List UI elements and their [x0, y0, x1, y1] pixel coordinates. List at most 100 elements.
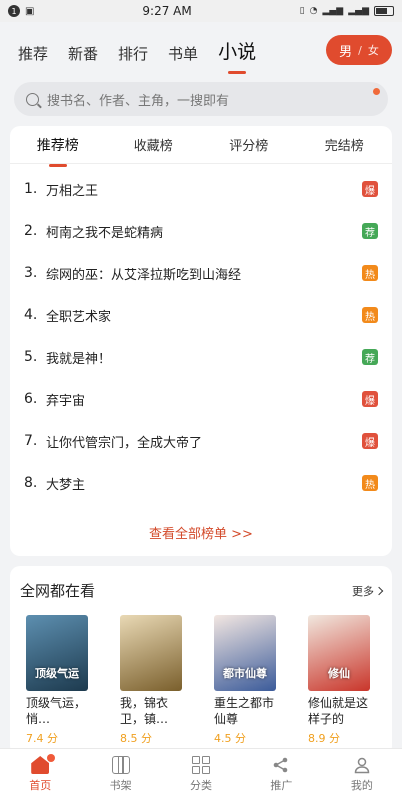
more-link[interactable]: 更多 — [352, 583, 384, 599]
ranking-tabs: 推荐榜 收藏榜 评分榜 完结榜 — [10, 126, 392, 164]
rank-badge: 爆 — [362, 391, 378, 407]
vibrate-icon: ▯ — [299, 6, 305, 16]
ranking-item[interactable]: 8. 大梦主 热 — [10, 462, 392, 504]
book-card[interactable]: 顶级气运顶级气运，悄… 7.4 分 — [26, 615, 94, 746]
home-notification-dot — [46, 754, 55, 762]
book-cover: 都市仙尊 — [214, 615, 276, 691]
cover-title: 顶级气运 — [35, 667, 79, 680]
status-time: 9:27 AM — [142, 4, 192, 18]
rank-badge: 爆 — [362, 433, 378, 449]
book-title: 全职艺术家 — [46, 309, 112, 325]
tab-rating-rank[interactable]: 评分榜 — [201, 135, 297, 154]
hot-title: 全网都在看 — [20, 582, 96, 600]
view-all-rankings-link[interactable]: 查看全部榜单 >> — [10, 523, 392, 542]
gender-female[interactable]: 女 — [368, 42, 379, 58]
nav-category[interactable]: 分类 — [161, 749, 241, 800]
book-cover: 顶级气运 — [26, 615, 88, 691]
category-icon — [192, 756, 211, 774]
search-placeholder: 搜书名、作者、主角，一搜即有 — [47, 93, 230, 109]
top-nav: 推荐 新番 排行 书单 小说 男 / 女 — [0, 22, 402, 78]
book-title: 万相之王 — [46, 183, 99, 199]
book-card[interactable]: 都市仙尊 重生之都市仙尊 4.5 分 — [214, 615, 282, 746]
book-card[interactable]: 修仙修仙就是这样子的 8.9 分 — [308, 615, 376, 746]
tab-favorites-rank[interactable]: 收藏榜 — [106, 135, 202, 154]
top-tabs: 推荐 新番 排行 书单 小说 — [18, 37, 256, 64]
book-name: 我，锦衣卫，镇… — [120, 696, 169, 726]
wifi-icon: ◔ — [309, 6, 318, 16]
cover-title: 都市仙尊 — [223, 667, 267, 680]
rank-number: 2. — [24, 223, 38, 239]
chevron-right-icon — [374, 586, 384, 595]
status-right: ▯ ◔ ▂▄▆ ▂▄▆ — [300, 6, 394, 16]
book-title: 柯南之我不是蛇精病 — [46, 225, 164, 241]
tab-recommend[interactable]: 推荐 — [18, 43, 48, 64]
book-name: 顶级气运，悄… — [26, 696, 87, 726]
book-name: 修仙就是这样子的 — [308, 696, 369, 726]
book-cover: 修仙 — [308, 615, 370, 691]
hot-section: 全网都在看 更多 顶级气运顶级气运，悄… 7.4 分 我，锦衣卫，镇… 8.5 分 都市… — [10, 566, 392, 756]
rank-badge: 热 — [362, 265, 378, 281]
tab-recommend-rank[interactable]: 推荐榜 — [10, 135, 106, 155]
ranking-item[interactable]: 1. 万相之王 爆 — [10, 168, 392, 210]
search-icon — [26, 92, 39, 106]
ranking-item[interactable]: 7. 让你代管宗门，全成大帝了 爆 — [10, 420, 392, 462]
rank-number: 5. — [24, 349, 38, 365]
nav-home-label: 首页 — [29, 779, 52, 792]
ranking-item[interactable]: 4. 全职艺术家 热 — [10, 294, 392, 336]
tab-booklist[interactable]: 书单 — [168, 43, 198, 64]
more-label: 更多 — [352, 584, 374, 598]
tab-novel[interactable]: 小说 — [218, 37, 256, 64]
book-title: 弃宇宙 — [46, 393, 86, 409]
tab-completed-rank[interactable]: 完结榜 — [297, 135, 393, 154]
rank-badge: 热 — [362, 307, 378, 323]
book-title: 综网的巫：从艾泽拉斯吃到山海经 — [46, 267, 242, 283]
rank-badge: 爆 — [362, 181, 378, 197]
search-input[interactable]: 搜书名、作者、主角，一搜即有 — [14, 82, 388, 116]
nav-home[interactable]: 首页 — [0, 749, 80, 800]
rank-badge: 热 — [362, 475, 378, 491]
nav-profile[interactable]: 我的 — [322, 749, 402, 800]
book-score: 7.4 分 — [26, 732, 58, 745]
tab-ranking[interactable]: 排行 — [118, 43, 148, 64]
android-icon: ▣ — [25, 5, 35, 17]
gender-male[interactable]: 男 — [339, 41, 352, 60]
book-score: 8.5 分 — [120, 732, 152, 745]
ranking-card: 推荐榜 收藏榜 评分榜 完结榜 1. 万相之王爆 2. 柯南之我不是蛇精病荐 3. 综网的… — [10, 126, 392, 556]
tab-new[interactable]: 新番 — [68, 43, 98, 64]
book-list: 顶级气运顶级气运，悄… 7.4 分 我，锦衣卫，镇… 8.5 分 都市仙尊 重生之都市仙尊… — [20, 615, 382, 746]
status-left: 1 ▣ — [8, 5, 34, 17]
nav-category-label: 分类 — [190, 779, 213, 792]
battery-icon — [374, 6, 394, 16]
book-score: 8.9 分 — [308, 732, 340, 745]
nav-profile-label: 我的 — [350, 779, 373, 792]
bookshelf-icon — [111, 756, 130, 774]
notification-count: 1 — [8, 5, 20, 17]
book-cover — [120, 615, 182, 691]
rank-number: 4. — [24, 307, 38, 323]
bottom-nav: 首页 书架 分类 推广 我的 — [0, 748, 402, 800]
nav-promote[interactable]: 推广 — [241, 749, 321, 800]
rank-number: 6. — [24, 391, 38, 407]
status-bar: 1 ▣ 9:27 AM ▯ ◔ ▂▄▆ ▂▄▆ — [0, 0, 402, 22]
ranking-item[interactable]: 6. 弃宇宙 爆 — [10, 378, 392, 420]
rank-badge: 荐 — [362, 349, 378, 365]
nav-bookshelf-label: 书架 — [109, 779, 132, 792]
signal-icon-2: ▂▄▆ — [348, 6, 369, 16]
nav-bookshelf[interactable]: 书架 — [80, 749, 160, 800]
rank-number: 3. — [24, 265, 38, 281]
rank-badge: 荐 — [362, 223, 378, 239]
ranking-item[interactable]: 5. 我就是神！ 荐 — [10, 336, 392, 378]
book-card[interactable]: 我，锦衣卫，镇… 8.5 分 — [120, 615, 188, 746]
ranking-item[interactable]: 2. 柯南之我不是蛇精病 荐 — [10, 210, 392, 252]
ranking-item[interactable]: 3. 综网的巫：从艾泽拉斯吃到山海经 热 — [10, 252, 392, 294]
rank-number: 8. — [24, 475, 38, 491]
hot-header: 全网都在看 更多 — [20, 580, 384, 601]
rank-number: 1. — [24, 181, 38, 197]
search-notification-dot — [373, 88, 380, 95]
book-title: 大梦主 — [46, 477, 86, 493]
signal-icon: ▂▄▆ — [322, 6, 344, 16]
user-icon — [353, 756, 371, 774]
gender-toggle[interactable]: 男 / 女 — [326, 35, 392, 65]
gender-separator: / — [358, 43, 362, 57]
nav-promote-label: 推广 — [270, 779, 293, 792]
